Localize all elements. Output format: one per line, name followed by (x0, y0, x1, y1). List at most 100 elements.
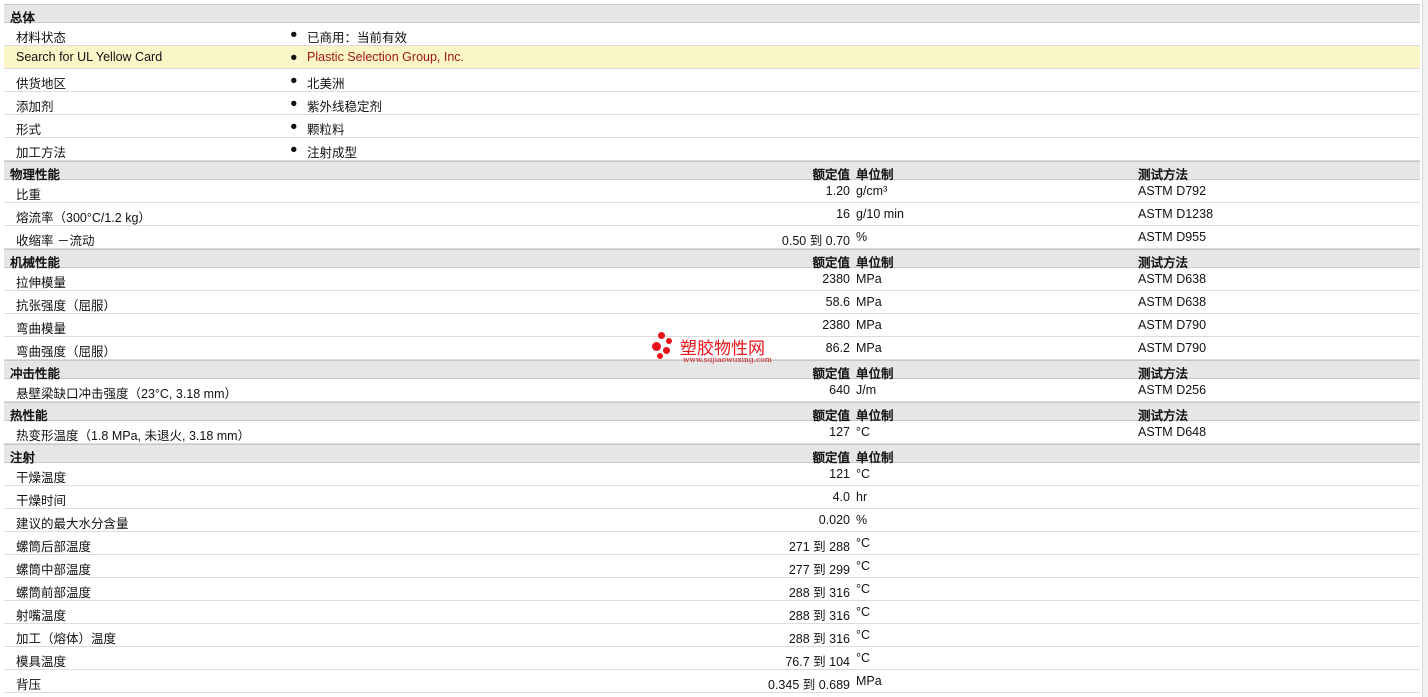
row-value: 0.020 (818, 513, 850, 527)
row-unit: °C (856, 559, 871, 573)
row-value: 288 到 316 (788, 586, 850, 600)
table-row: 背压 0.345 到 0.689 MPa (4, 670, 1420, 693)
row-unit: MPa (856, 674, 882, 688)
row-label: 螺筒中部温度 (16, 563, 92, 577)
row-value: 已商用：当前有效 (307, 31, 408, 45)
row-label: 建议的最大水分含量 (16, 517, 129, 531)
logo-dots-icon (650, 332, 676, 362)
row-unit: hr (856, 490, 868, 504)
table-row: 热变形温度（1.8 MPa, 未退火, 3.18 mm） 127 °C ASTM D6… (4, 421, 1420, 444)
table-row: 干燥时间 4.0 hr (4, 486, 1420, 509)
row-unit: °C (856, 651, 871, 665)
row-test-method: ASTM D638 (1138, 295, 1207, 309)
bullet-icon: ● (290, 96, 298, 110)
row-value: 16 (836, 207, 850, 221)
table-row: 拉伸模量 2380 MPa ASTM D638 (4, 268, 1420, 291)
row-value: 76.7 到 104 (785, 655, 850, 669)
table-row: 添加剂 ● 紫外线稳定剂 (4, 92, 1420, 115)
row-label: 弯曲强度（屈服） (16, 345, 117, 359)
bullet-icon: ● (290, 142, 298, 156)
row-label: 比重 (16, 188, 42, 202)
section-header: 物理性能 额定值 单位制 测试方法 (4, 161, 1420, 182)
row-value: 2380 (822, 272, 850, 286)
row-value: 277 到 299 (788, 563, 850, 577)
table-row: 射嘴温度 288 到 316 °C (4, 601, 1420, 624)
row-unit: °C (856, 536, 871, 550)
row-value: 颗粒料 (307, 123, 345, 137)
section-header: 总体 (4, 4, 1420, 25)
row-value: 86.2 (825, 341, 850, 355)
bullet-icon: ● (290, 50, 298, 64)
table-row: 材料状态 ● 已商用：当前有效 (4, 23, 1420, 46)
row-value: 271 到 288 (788, 540, 850, 554)
row-unit: MPa (856, 341, 882, 355)
row-value: 58.6 (825, 295, 850, 309)
row-label: 螺筒前部温度 (16, 586, 92, 600)
row-test-method: ASTM D790 (1138, 341, 1207, 355)
row-unit: MPa (856, 272, 882, 286)
row-unit: % (856, 513, 868, 527)
row-test-method: ASTM D648 (1138, 425, 1207, 439)
section-header: 注射 额定值 单位制 (4, 444, 1420, 465)
row-label: 螺筒后部温度 (16, 540, 92, 554)
table-row: 螺筒中部温度 277 到 299 °C (4, 555, 1420, 578)
row-label: 模具温度 (16, 655, 67, 669)
table-row: 收缩率 －流动 0.50 到 0.70% ASTM D955 (4, 226, 1420, 249)
row-value: 121 (829, 467, 850, 481)
row-test-method: ASTM D256 (1138, 383, 1207, 397)
row-label: 熔流率（300°C/1.2 kg） (16, 211, 151, 225)
row-test-method: ASTM D792 (1138, 184, 1207, 198)
row-value: 288 到 316 (788, 632, 850, 646)
table-row: 螺筒后部温度 271 到 288 °C (4, 532, 1420, 555)
row-unit: °C (856, 628, 871, 642)
table-row[interactable]: Search for UL Yellow Card ● Plastic Select… (4, 46, 1420, 69)
row-label: Search for UL Yellow Card (16, 50, 163, 64)
row-test-method: ASTM D955 (1138, 230, 1207, 244)
row-label: 收缩率 －流动 (16, 234, 95, 248)
row-label: 弯曲模量 (16, 322, 67, 336)
row-label: 悬壁梁缺口冲击强度（23°C, 3.18 mm） (16, 387, 238, 401)
table-row: 建议的最大水分含量 0.020% (4, 509, 1420, 532)
table-row: 比重 1.20 g/cm³ ASTM D792 (4, 180, 1420, 203)
vertical-scrollbar[interactable] (1422, 0, 1428, 697)
table-row: 悬壁梁缺口冲击强度（23°C, 3.18 mm） 640 J/m ASTM D256 (4, 379, 1420, 402)
row-label: 背压 (16, 678, 42, 692)
row-value: 0.50 到 0.70 (781, 234, 850, 248)
row-value: 0.345 到 0.689 (767, 678, 850, 692)
watermark-url: www.sujiaowuxing.com (683, 355, 772, 364)
bullet-icon: ● (290, 27, 298, 41)
row-unit: °C (856, 425, 871, 439)
row-test-method: ASTM D1238 (1138, 207, 1214, 221)
section-header: 机械性能 额定值 单位制 测试方法 (4, 249, 1420, 270)
row-value: 127 (829, 425, 850, 439)
row-label: 形式 (16, 123, 42, 137)
row-label: 供货地区 (16, 77, 67, 91)
row-unit: g/cm³ (856, 184, 888, 198)
row-label: 射嘴温度 (16, 609, 67, 623)
row-label: 添加剂 (16, 100, 54, 114)
row-test-method: ASTM D638 (1138, 272, 1207, 286)
row-test-method: ASTM D790 (1138, 318, 1207, 332)
table-row: 螺筒前部温度 288 到 316 °C (4, 578, 1420, 601)
row-unit: g/10 min (856, 207, 904, 221)
row-value: 紫外线稳定剂 (307, 100, 383, 114)
row-label: 材料状态 (16, 31, 67, 45)
row-label: 热变形温度（1.8 MPa, 未退火, 3.18 mm） (16, 429, 251, 443)
row-label: 抗张强度（屈服） (16, 299, 117, 313)
table-row: 模具温度 76.7 到 104 °C (4, 647, 1420, 670)
table-row: 熔流率（300°C/1.2 kg） 16 g/10 min ASTM D1238 (4, 203, 1420, 226)
row-label: 加工方法 (16, 146, 67, 160)
row-unit: % (856, 230, 868, 244)
row-value: 288 到 316 (788, 609, 850, 623)
ul-yellow-card-link[interactable]: Plastic Selection Group, Inc. (307, 50, 464, 64)
row-unit: J/m (856, 383, 877, 397)
table-row: 抗张强度（屈服） 58.6 MPa ASTM D638 (4, 291, 1420, 314)
section-header: 热性能 额定值 单位制 测试方法 (4, 402, 1420, 423)
row-value: 2380 (822, 318, 850, 332)
table-row: 加工（熔体）温度 288 到 316 °C (4, 624, 1420, 647)
row-unit: °C (856, 467, 871, 481)
row-value: 4.0 (832, 490, 850, 504)
row-value: 1.20 (825, 184, 850, 198)
table-row: 干燥温度 121 °C (4, 463, 1420, 486)
bullet-icon: ● (290, 119, 298, 133)
